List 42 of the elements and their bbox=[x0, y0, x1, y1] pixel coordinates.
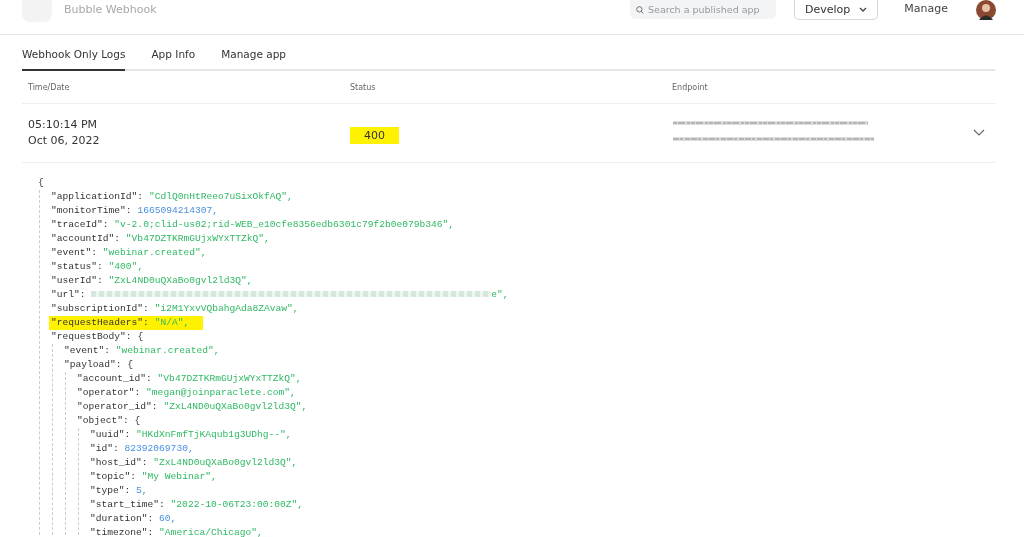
caret-icon bbox=[859, 6, 868, 13]
code-line: "uuid": "HKdXnFmfTjKAqub1g3UDhg--", bbox=[90, 428, 293, 442]
code-line: "operator": "megan@joinparaclete.com", bbox=[77, 386, 297, 400]
develop-button[interactable]: Develop bbox=[794, 0, 879, 20]
tab[interactable]: Webhook Only Logs bbox=[22, 46, 126, 71]
code-line: "requestBody": { bbox=[51, 330, 145, 344]
code-line: "url": e", bbox=[51, 288, 510, 302]
log-date: Oct 06, 2022 bbox=[28, 133, 101, 149]
code-line: "traceId": "v-2.0;clid-us02;rid-WEB_e10cfe8356edb6301c79f2b0e079b346", bbox=[51, 218, 456, 232]
tab[interactable]: Manage app bbox=[221, 46, 286, 71]
code-line: "monitorTime": 1665094214307, bbox=[51, 204, 219, 218]
code-line: "status": "400", bbox=[51, 260, 145, 274]
code-line: "account_id": "Vb47DZTKRmGUjxWYxTTZkQ", bbox=[77, 372, 303, 386]
code-line: "object": { bbox=[77, 414, 142, 428]
status-code: 400 bbox=[350, 126, 399, 144]
code-line: "event": "webinar.created", bbox=[64, 344, 221, 358]
column-header: Status bbox=[349, 82, 377, 92]
code-line: "id": 82392069730, bbox=[90, 442, 195, 456]
column-header: Time/Date bbox=[27, 82, 71, 92]
code-line: "operator_id": "ZxL4ND0uQXaBo0gvl2ld3Q", bbox=[77, 400, 309, 414]
code-line: "userId": "ZxL4ND0uQXaBo0gvl2ld3Q", bbox=[51, 274, 254, 288]
search-field[interactable]: Search a published app bbox=[630, 0, 776, 19]
code-line: "start_time": "2022-10-06T23:00:00Z", bbox=[90, 498, 305, 512]
code-line: "topic": "My Webinar", bbox=[90, 470, 218, 484]
avatar-icon bbox=[976, 0, 996, 20]
tab[interactable]: App Info bbox=[151, 46, 196, 71]
code-line: "duration": 60, bbox=[90, 512, 178, 526]
code-line: "timezone": "America/Chicago", bbox=[90, 526, 264, 537]
code-line: "host_id": "ZxL4ND0uQXaBo0gvl2ld3Q", bbox=[90, 456, 299, 470]
manage-link[interactable]: Manage bbox=[904, 2, 948, 15]
chevron-icon[interactable] bbox=[973, 129, 985, 137]
search-icon bbox=[636, 3, 644, 16]
code-line: "applicationId": "CdlQ0nHtReeo7uSixOkfAQ", bbox=[51, 190, 294, 204]
app-name: Bubble Webhook bbox=[64, 3, 157, 16]
column-header: Endpoint bbox=[671, 82, 708, 92]
code-line: "type": 5, bbox=[90, 484, 149, 498]
code-line: "event": "webinar.created", bbox=[51, 246, 208, 260]
code-line: "accountId": "Vb47DZTKRmGUjxWYxTTZkQ", bbox=[51, 232, 271, 246]
log-time: 05:10:14 PM bbox=[28, 117, 99, 133]
code-line: { bbox=[38, 176, 45, 190]
code-line: "subscriptionId": "i2M1YxvVQbahgAda8ZAvaw", bbox=[51, 302, 300, 316]
code-line: "payload": { bbox=[64, 358, 135, 372]
